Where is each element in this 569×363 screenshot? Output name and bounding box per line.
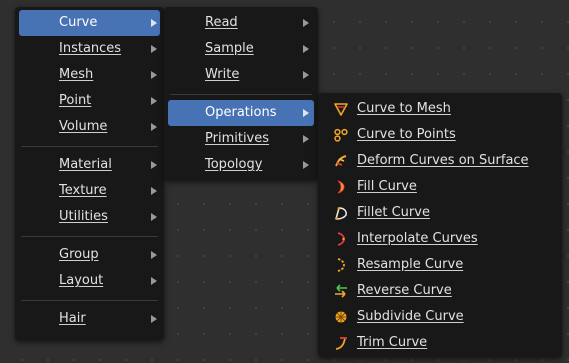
deform-curves-icon [335,155,347,167]
submenu-arrow-icon [151,123,157,131]
interpolate-curves-icon [337,232,345,246]
menu-item-primitives[interactable]: Primitives [168,126,314,152]
menu-separator [21,300,158,301]
submenu-arrow-icon [303,135,309,143]
curve-group-0: Read Sample Write [168,10,314,88]
menu-item-label: Operations [205,105,277,120]
menu-item-texture[interactable]: Texture [19,178,160,204]
add-menu-main: Curve Instances Mesh Point Volume Materi… [15,7,164,340]
menu-item-label: Topology [205,157,263,172]
menu-item-point[interactable]: Point [19,88,160,114]
menu-item-label: Curve to Mesh [357,101,451,116]
submenu-arrow-icon [151,187,157,195]
menu-item-label: Instances [59,41,122,56]
menu-item-fill-curve[interactable]: Fill Curve [322,174,558,200]
submenu-arrow-icon [303,45,309,53]
curve-to-mesh-icon [334,103,348,116]
menu-item-subdivide-curve[interactable]: Subdivide Curve [322,304,558,330]
menu-item-label: Write [205,67,240,82]
submenu-arrow-icon [151,97,157,105]
menu-item-label: Trim Curve [357,335,428,350]
submenu-arrow-icon [151,19,157,27]
submenu-arrow-icon [151,45,157,53]
resample-curve-icon [337,258,345,272]
menu-item-trim-curve[interactable]: Trim Curve [322,330,558,356]
menu-item-label: Curve [59,15,98,30]
submenu-arrow-icon [151,161,157,169]
menu-item-volume[interactable]: Volume [19,114,160,140]
menu-item-label: Texture [59,183,107,198]
menu-item-curve[interactable]: Curve [19,10,160,36]
curve-group-1: Operations Primitives Topology [168,100,314,178]
menu-item-label: Read [205,15,238,30]
menu-item-resample-curve[interactable]: Resample Curve [322,252,558,278]
menu-item-instances[interactable]: Instances [19,36,160,62]
menu-item-group[interactable]: Group [19,242,160,268]
menu-item-label: Hair [59,311,86,326]
menu-item-curve-to-mesh[interactable]: Curve to Mesh [322,96,558,122]
menu-item-label: Sample [205,41,254,56]
main-group-1: Material Texture Utilities [19,152,160,230]
curve-to-points-icon [334,128,348,142]
curve-submenu: Read Sample Write Operations Primitives … [164,7,318,180]
menu-item-label: Curve to Points [357,127,456,142]
menu-item-deform-curves-on-surface[interactable]: Deform Curves on Surface [322,148,558,174]
menu-item-material[interactable]: Material [19,152,160,178]
menu-item-curve-to-points[interactable]: Curve to Points [322,122,558,148]
fill-curve-icon [337,180,345,194]
submenu-arrow-icon [303,71,309,79]
menu-item-label: Volume [59,119,108,134]
menu-item-label: Fill Curve [357,179,417,194]
main-group-2: Group Layout [19,242,160,294]
menu-item-read[interactable]: Read [168,10,314,36]
menu-item-utilities[interactable]: Utilities [19,204,160,230]
main-group-3: Hair [19,306,160,332]
submenu-arrow-icon [303,161,309,169]
fillet-curve-icon [335,207,347,220]
menu-item-reverse-curve[interactable]: Reverse Curve [322,278,558,304]
submenu-arrow-icon [151,213,157,221]
menu-separator [170,94,312,95]
menu-item-label: Point [59,93,92,108]
submenu-arrow-icon [151,315,157,323]
subdivide-curve-icon [335,311,347,323]
menu-item-label: Primitives [205,131,270,146]
menu-item-label: Utilities [59,209,108,224]
menu-item-label: Subdivide Curve [357,309,464,324]
menu-item-label: Resample Curve [357,257,464,272]
menu-item-layout[interactable]: Layout [19,268,160,294]
operations-submenu: Curve to Mesh Curve to Points Deform Cur… [318,93,562,357]
menu-item-label: Interpolate Curves [357,231,478,246]
menu-item-label: Layout [59,273,104,288]
menu-item-label: Deform Curves on Surface [357,153,529,168]
submenu-arrow-icon [303,19,309,27]
menu-item-label: Mesh [59,67,94,82]
menu-item-write[interactable]: Write [168,62,314,88]
menu-item-label: Material [59,157,112,172]
main-group-0: Curve Instances Mesh Point Volume [19,10,160,140]
menu-separator [21,236,158,237]
submenu-arrow-icon [303,109,309,117]
menu-item-interpolate-curves[interactable]: Interpolate Curves [322,226,558,252]
menu-item-operations[interactable]: Operations [168,100,314,126]
menu-item-label: Fillet Curve [357,205,430,220]
submenu-arrow-icon [151,277,157,285]
menu-item-sample[interactable]: Sample [168,36,314,62]
submenu-arrow-icon [151,251,157,259]
menu-item-fillet-curve[interactable]: Fillet Curve [322,200,558,226]
menu-item-hair[interactable]: Hair [19,306,160,332]
submenu-arrow-icon [151,71,157,79]
trim-curve-icon [335,337,347,350]
menu-item-label: Group [59,247,99,262]
menu-item-topology[interactable]: Topology [168,152,314,178]
menu-separator [21,146,158,147]
reverse-curve-icon [335,284,347,298]
menu-item-mesh[interactable]: Mesh [19,62,160,88]
node-editor-background: { "menu_main": { "groups": [ [ {"label":… [0,0,569,363]
menu-item-label: Reverse Curve [357,283,452,298]
